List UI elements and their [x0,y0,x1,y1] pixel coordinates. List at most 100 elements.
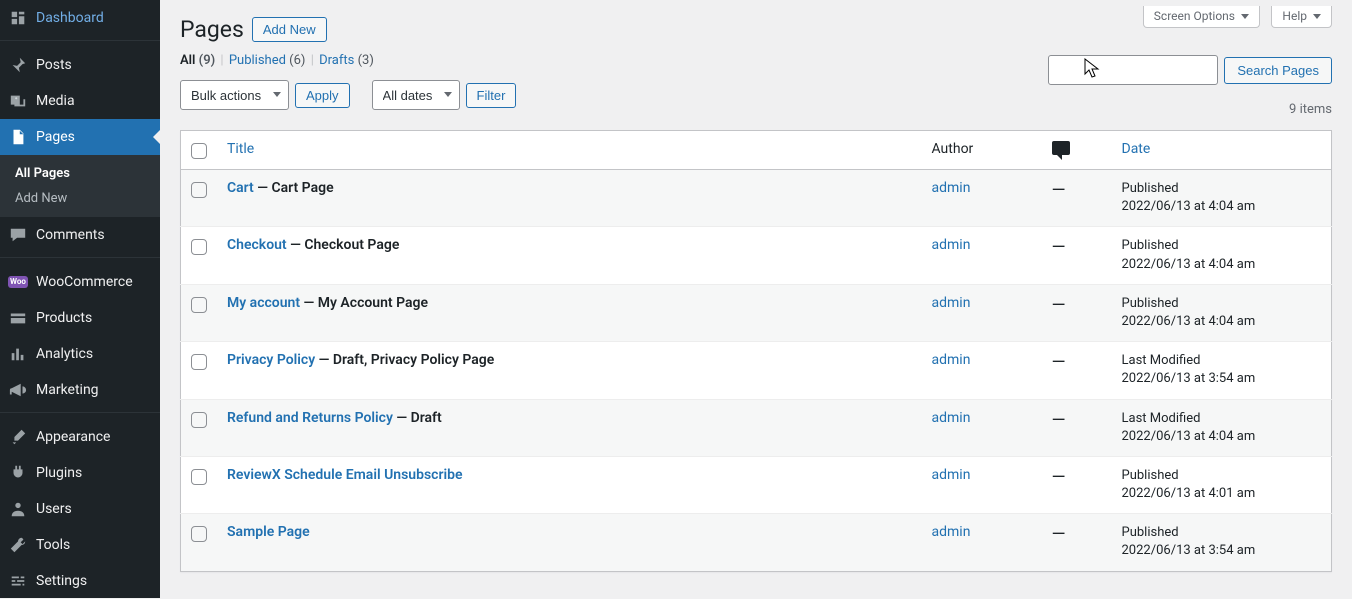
row-title-link[interactable]: Cart [227,180,254,196]
filter-published-count: (6) [289,53,305,68]
table-row: My account — My Account Pageadmin—Publis… [181,284,1332,341]
row-date: Published2022/06/13 at 3:54 am [1112,514,1332,571]
date-filter-select[interactable]: All dates [372,80,460,110]
row-post-state: — Draft [393,410,442,426]
col-header-title[interactable]: Title [217,131,922,170]
row-comments: — [1042,399,1112,456]
filter-drafts[interactable]: Drafts (3) [319,53,374,68]
row-date: Published2022/06/13 at 4:04 am [1112,284,1332,341]
submenu-item-all-pages[interactable]: All Pages [0,161,160,186]
row-author-link[interactable]: admin [932,410,971,426]
row-checkbox[interactable] [191,239,207,255]
row-comments: — [1042,342,1112,399]
sidebar-item-woocommerce[interactable]: Woo WooCommerce [0,264,160,300]
filter-published[interactable]: Published (6) [229,53,306,68]
media-icon [8,91,28,111]
sidebar-item-tools[interactable]: Tools [0,527,160,563]
row-comments: — [1042,227,1112,284]
sidebar-item-users[interactable]: Users [0,491,160,527]
filter-all-label: All [180,53,195,68]
row-author-link[interactable]: admin [932,352,971,368]
screen-options-label: Screen Options [1154,9,1235,23]
sidebar-item-marketing[interactable]: Marketing [0,372,160,408]
row-author-link[interactable]: admin [932,180,971,196]
filter-all[interactable]: All (9) [180,53,215,68]
sidebar-separator [0,36,160,41]
sidebar-item-label: Settings [36,573,87,589]
sidebar-item-dashboard[interactable]: Dashboard [0,0,160,36]
sidebar-item-pages[interactable]: Pages [0,119,160,155]
row-post-state: — Cart Page [254,180,334,196]
chevron-down-icon [1313,14,1321,19]
sidebar-item-label: Tools [36,537,70,553]
table-row: Cart — Cart Pageadmin—Published2022/06/1… [181,170,1332,227]
row-checkbox[interactable] [191,354,207,370]
row-checkbox[interactable] [191,526,207,542]
col-header-date[interactable]: Date [1112,131,1332,170]
sidebar-item-comments[interactable]: Comments [0,217,160,253]
row-checkbox[interactable] [191,182,207,198]
bulk-actions-select[interactable]: Bulk actions [180,80,289,110]
products-icon [8,308,28,328]
row-checkbox[interactable] [191,297,207,313]
row-title-link[interactable]: Refund and Returns Policy [227,410,393,426]
pages-table: Title Author Date Cart — Cart Page admin —… [180,130,1332,572]
sidebar-item-media[interactable]: Media [0,83,160,119]
col-header-comments[interactable] [1042,131,1112,170]
filter-all-count: (9) [199,53,216,68]
sidebar-submenu-pages: All Pages Add New [0,155,160,217]
sidebar-item-label: Products [36,310,92,326]
table-row: Privacy Policy — Draft, Privacy Policy P… [181,342,1332,399]
add-new-button[interactable]: Add New [252,17,327,42]
items-count: 9 items [1289,102,1332,117]
sidebar-item-posts[interactable]: Posts [0,47,160,83]
sidebar-item-appearance[interactable]: Appearance [0,419,160,455]
comment-icon [8,225,28,245]
submenu-item-add-new[interactable]: Add New [0,186,160,211]
select-all-checkbox[interactable] [191,143,207,159]
apply-button[interactable]: Apply [295,83,350,108]
sidebar-item-label: Dashboard [36,10,104,26]
dashboard-icon [8,8,28,28]
col-header-author: Author [922,131,1042,170]
separator: | [309,53,316,68]
filter-button[interactable]: Filter [466,83,517,108]
table-row: Sample Page admin —Published2022/06/13 at … [181,514,1332,571]
search-input[interactable] [1048,55,1218,85]
row-comments: — [1042,170,1112,227]
filter-drafts-label: Drafts [319,53,354,68]
col-date-label: Date [1122,141,1151,157]
sidebar-separator [0,408,160,413]
row-comments: — [1042,456,1112,513]
row-checkbox[interactable] [191,412,207,428]
help-button[interactable]: Help [1271,6,1332,28]
main-content: Screen Options Help Pages Add New All (9… [160,0,1352,598]
row-author-link[interactable]: admin [932,295,971,311]
screen-options-button[interactable]: Screen Options [1143,6,1260,28]
sidebar-item-analytics[interactable]: Analytics [0,336,160,372]
sidebar-item-label: Users [36,501,72,517]
table-row: ReviewX Schedule Email Unsubscribe admin —… [181,456,1332,513]
row-title-link[interactable]: Privacy Policy [227,352,315,368]
row-author-link[interactable]: admin [932,237,971,253]
sidebar-item-settings[interactable]: Settings [0,563,160,599]
row-title-link[interactable]: ReviewX Schedule Email Unsubscribe [227,467,463,483]
sidebar-item-products[interactable]: Products [0,300,160,336]
row-title-link[interactable]: Sample Page [227,524,310,540]
row-post-state: — Draft, Privacy Policy Page [315,352,494,368]
woocommerce-icon: Woo [8,272,28,292]
row-author-link[interactable]: admin [932,467,971,483]
comment-icon [1052,141,1070,155]
row-comments: — [1042,514,1112,571]
filter-published-label: Published [229,53,286,68]
sidebar-separator [0,253,160,258]
row-author-link[interactable]: admin [932,524,971,540]
row-title-link[interactable]: Checkout [227,237,287,253]
row-checkbox[interactable] [191,469,207,485]
sidebar-item-label: Plugins [36,465,82,481]
chevron-down-icon [1241,14,1249,19]
row-title-link[interactable]: My account [227,295,300,311]
sidebar-item-plugins[interactable]: Plugins [0,455,160,491]
row-date: Published2022/06/13 at 4:04 am [1112,227,1332,284]
search-button[interactable]: Search Pages [1224,57,1332,84]
